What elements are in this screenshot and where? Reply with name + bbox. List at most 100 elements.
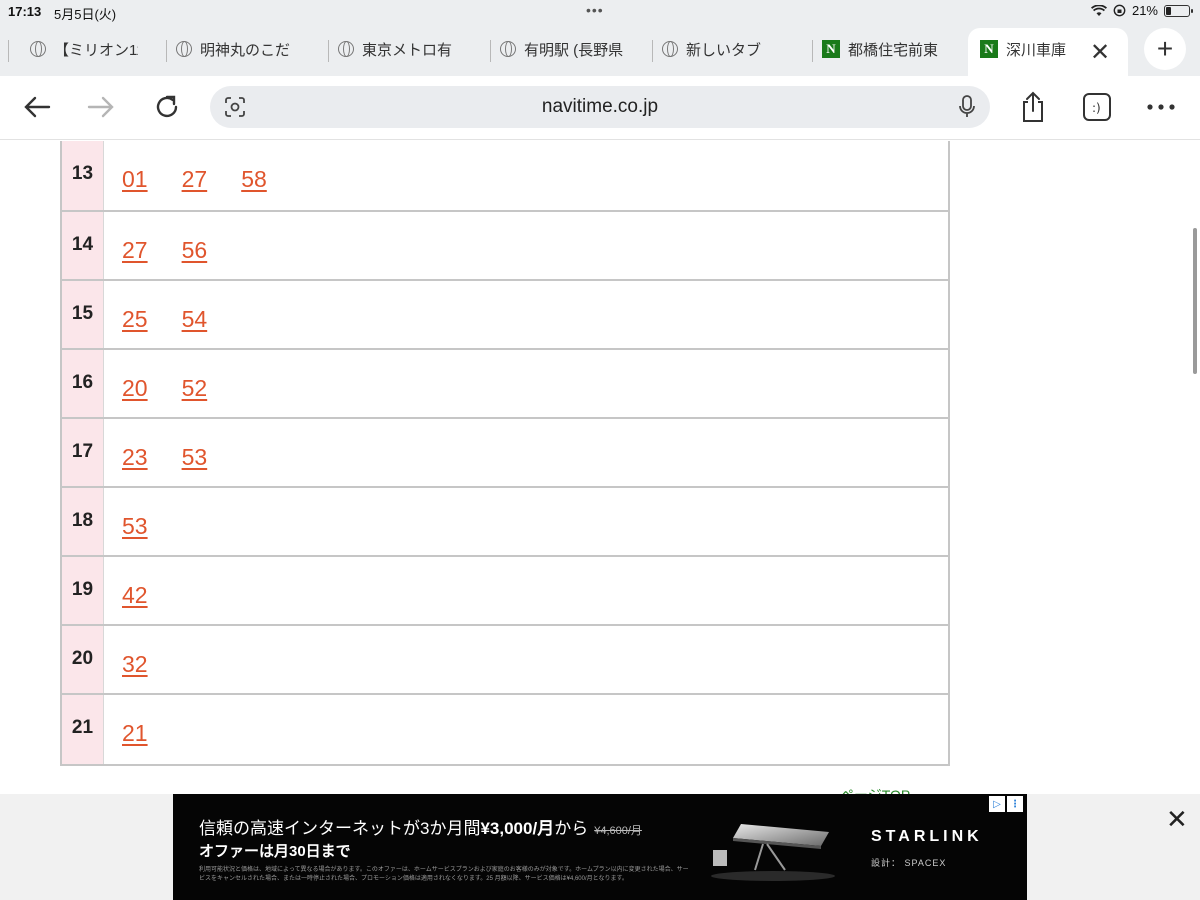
tab-label: 明神丸のこだ [200, 41, 291, 59]
orientation-lock-icon [1113, 4, 1126, 17]
departure-minute-link[interactable]: 01 [122, 166, 148, 210]
tab-label: 都橋住宅前東 [848, 41, 939, 59]
ad-info-icon[interactable]: ⋮ [1007, 796, 1023, 812]
minutes-cell: 21 [104, 695, 948, 764]
tab-divider [812, 40, 813, 62]
reload-button[interactable] [150, 90, 184, 124]
tab[interactable]: 新しいタブ [662, 34, 782, 64]
ad-brand-sub: 設計： SPACEX [871, 858, 947, 868]
tab-switcher-button[interactable]: :) [1080, 90, 1114, 124]
tab-label: 東京メトロ有 [362, 41, 453, 59]
hour-cell: 15 [62, 281, 104, 348]
tab-bar: 【ミリオン11 明神丸のこだ 東京メトロ有 有明駅 (長野県 新しいタブ N 都橋住宅前東 N… [0, 24, 1200, 76]
close-tab-icon[interactable]: ✕ [1090, 38, 1110, 67]
departure-minute-link[interactable]: 53 [122, 513, 148, 555]
status-right: 21% [1090, 3, 1193, 18]
ad-choices[interactable]: ▷ ⋮ [989, 796, 1023, 812]
ad-old-price: ¥4,600/月 [594, 825, 642, 837]
battery-percent: 21% [1131, 3, 1158, 18]
ad-headline-suffix: から [554, 819, 589, 838]
departure-minute-link[interactable]: 21 [122, 720, 148, 764]
forward-arrow-icon [87, 96, 114, 118]
ad-banner-area: 信頼の高速インターネットが3か月間¥3,000/月から ¥4,600/月 オファー… [0, 794, 1200, 900]
more-menu-button[interactable] [1144, 90, 1178, 124]
hour-cell: 14 [62, 212, 104, 279]
wifi-icon [1090, 4, 1107, 16]
timetable-row: 20 32 [62, 626, 948, 695]
departure-minute-link[interactable]: 42 [122, 582, 148, 624]
tab-active[interactable]: N 深川車庫 [980, 34, 1074, 64]
departure-minute-link[interactable]: 52 [182, 375, 208, 417]
tab-divider [490, 40, 491, 62]
microphone-icon[interactable] [958, 95, 976, 119]
scrollbar[interactable] [1193, 228, 1197, 374]
timetable-row: 15 25 54 [62, 281, 948, 350]
tab[interactable]: 有明駅 (長野県 [500, 34, 630, 64]
tab-divider [166, 40, 167, 62]
globe-icon [176, 41, 192, 57]
url-text: navitime.co.jp [541, 96, 659, 117]
tab-divider [328, 40, 329, 62]
reload-icon [156, 95, 178, 118]
ad-offer-deadline: オファーは月30日まで [199, 843, 351, 860]
multitask-dots-icon[interactable]: ••• [586, 2, 604, 18]
timetable-row: 18 53 [62, 488, 948, 557]
address-bar[interactable]: navitime.co.jp [210, 86, 990, 128]
ad-headline-text: 信頼の高速インターネットが3か月間 [199, 819, 481, 838]
ad-headline: 信頼の高速インターネットが3か月間¥3,000/月から ¥4,600/月 [199, 814, 642, 839]
navitime-logo: N [980, 40, 998, 58]
tab[interactable]: 【ミリオン11 [30, 34, 138, 64]
globe-icon [662, 41, 678, 57]
ad-choices-icon[interactable]: ▷ [989, 796, 1005, 812]
tab-divider [652, 40, 653, 62]
departure-minute-link[interactable]: 53 [182, 444, 208, 486]
back-arrow-icon [24, 96, 51, 118]
share-icon [1023, 91, 1043, 122]
departure-minute-link[interactable]: 32 [122, 651, 148, 693]
departure-minute-link[interactable]: 25 [122, 306, 148, 348]
timetable-row: 13 01 27 58 [62, 141, 948, 212]
minutes-cell: 27 56 [104, 212, 948, 279]
tab[interactable]: N 都橋住宅前東 [822, 34, 950, 64]
share-button[interactable] [1016, 90, 1050, 124]
departure-minute-link[interactable]: 54 [182, 306, 208, 348]
departure-minute-link[interactable]: 20 [122, 375, 148, 417]
tab-label: 深川車庫 [1006, 41, 1067, 59]
minutes-cell: 42 [104, 557, 948, 624]
departure-minute-link[interactable]: 27 [122, 237, 148, 279]
ad-fine-print: 利用可能状況と価格は、地域によって異なる場合があります。このオファーは、ホームサ… [199, 867, 689, 882]
minutes-cell: 53 [104, 488, 948, 555]
tab-label: 【ミリオン11 [54, 41, 138, 59]
globe-icon [500, 41, 516, 57]
page-top-link[interactable]: ページTOP [840, 785, 910, 794]
tab-label: 有明駅 (長野県 [524, 41, 624, 59]
tab-switcher-icon: :) [1083, 93, 1111, 121]
departure-minute-link[interactable]: 58 [241, 166, 267, 210]
timetable-row: 14 27 56 [62, 212, 948, 281]
navitime-logo: N [822, 40, 840, 58]
tab[interactable]: 明神丸のこだ [176, 34, 302, 64]
battery-icon [1164, 4, 1193, 17]
minutes-cell: 25 54 [104, 281, 948, 348]
departure-minute-link[interactable]: 27 [182, 166, 208, 210]
globe-icon [338, 41, 354, 57]
ad-brand: STARLINK [871, 828, 983, 845]
globe-icon [30, 41, 46, 57]
page-content: 13 01 27 58 14 27 56 15 25 54 16 20 52 17 23 53 18 53 19 42… [0, 141, 1200, 794]
ad-banner[interactable]: 信頼の高速インターネットが3か月間¥3,000/月から ¥4,600/月 オファー… [173, 794, 1027, 900]
forward-button[interactable] [84, 90, 118, 124]
hour-cell: 17 [62, 419, 104, 486]
status-time: 17:13 [8, 4, 42, 19]
departure-minute-link[interactable]: 23 [122, 444, 148, 486]
new-tab-button[interactable]: + [1144, 28, 1186, 70]
minutes-cell: 32 [104, 626, 948, 693]
bus-timetable: 13 01 27 58 14 27 56 15 25 54 16 20 52 17 23 53 18 53 19 42… [60, 141, 950, 766]
hour-cell: 13 [62, 141, 104, 210]
hour-cell: 19 [62, 557, 104, 624]
back-button[interactable] [20, 90, 54, 124]
tab[interactable]: 東京メトロ有 [338, 34, 468, 64]
departure-minute-link[interactable]: 56 [182, 237, 208, 279]
browser-toolbar: navitime.co.jp :) [0, 76, 1200, 140]
ad-close-icon[interactable]: ✕ [1166, 804, 1188, 835]
satellite-dish-image [711, 824, 835, 881]
